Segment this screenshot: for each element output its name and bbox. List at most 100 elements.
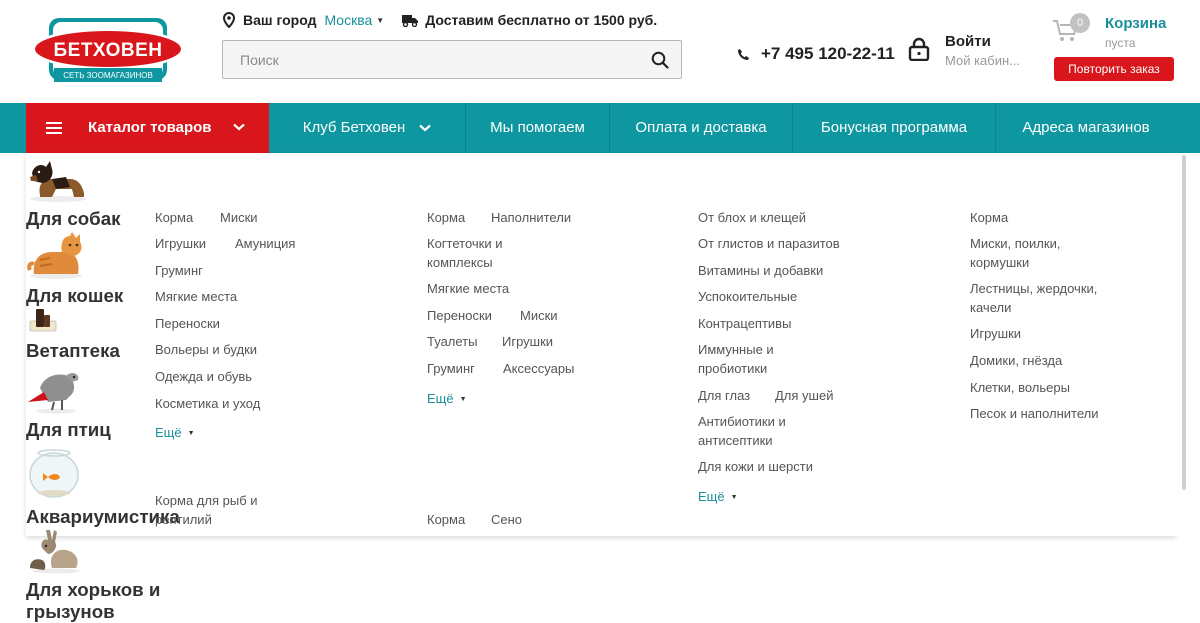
catalog-menu-button[interactable]: Каталог товаров: [26, 103, 269, 153]
chevron-down-icon: [233, 123, 245, 131]
link-dogs-beds[interactable]: Мягкие места: [155, 287, 237, 306]
link-cats-complexes[interactable]: комплексы: [427, 253, 493, 272]
more-vet-label[interactable]: Ещё: [698, 489, 725, 504]
link-rodents-hay[interactable]: Сено: [491, 510, 522, 529]
link-cats-bowls[interactable]: Миски: [520, 306, 558, 325]
cart-title[interactable]: Корзина: [1105, 15, 1166, 32]
nav-help[interactable]: Мы помогаем: [466, 103, 609, 153]
link-vet-contraceptives[interactable]: Контрацептивы: [698, 314, 791, 333]
link-cats-toys[interactable]: Игрушки: [502, 332, 553, 351]
more-dogs-label[interactable]: Ещё: [155, 425, 182, 440]
more-cats[interactable]: Ещё ▼: [427, 389, 467, 409]
scrollbar-thumb[interactable]: [1182, 155, 1186, 490]
phone-link[interactable]: +7 495 120-22-11: [737, 44, 895, 64]
main-nav: Каталог товаров Клуб Бетховен Мы помогае…: [0, 103, 1200, 153]
caret-down-icon[interactable]: ▼: [376, 16, 384, 25]
nav-bonus-label[interactable]: Бонусная программа: [821, 119, 967, 136]
dropdown-scrollbar[interactable]: [1176, 155, 1200, 536]
account-subtitle[interactable]: Мой кабин...: [945, 53, 1020, 68]
hamburger-icon: [46, 122, 62, 134]
city-delivery-row: Ваш город Москва ▼ Доставим бесплатно от…: [222, 11, 657, 29]
link-vet-probiotics[interactable]: пробиотики: [698, 359, 767, 378]
search-input[interactable]: [223, 41, 643, 78]
betkhoven-logo[interactable]: БЕТХОВЕН СЕТЬ ЗООМАГАЗИНОВ: [30, 16, 186, 86]
link-dogs-grooming[interactable]: Груминг: [155, 261, 203, 280]
link-vet-fleas[interactable]: От блох и клещей: [698, 208, 806, 227]
site-header: БЕТХОВЕН СЕТЬ ЗООМАГАЗИНОВ Ваш город Мос…: [0, 0, 1200, 103]
nav-payment[interactable]: Оплата и доставка: [610, 103, 792, 153]
link-dogs-ammunition[interactable]: Амуниция: [235, 234, 295, 253]
link-vet-skin[interactable]: Для кожи и шерсти: [698, 457, 813, 476]
search-icon[interactable]: [651, 51, 669, 69]
more-vet[interactable]: Ещё ▼: [698, 487, 738, 507]
link-aqua-food[interactable]: Корма для рыб и: [155, 491, 258, 510]
location-pin-icon: [222, 12, 236, 28]
nav-club-label[interactable]: Клуб Бетховен: [303, 119, 406, 136]
link-dogs-bowls[interactable]: Миски: [220, 208, 258, 227]
catalog-label[interactable]: Каталог товаров: [88, 119, 212, 136]
nav-payment-label[interactable]: Оплата и доставка: [635, 119, 766, 136]
link-vet-vitamins[interactable]: Витамины и добавки: [698, 261, 823, 280]
link-vet-worms[interactable]: От глистов и паразитов: [698, 234, 840, 253]
parrot-image[interactable]: [26, 362, 82, 414]
link-dogs-carriers[interactable]: Переноски: [155, 314, 220, 333]
nav-stores[interactable]: Адреса магазинов: [996, 103, 1176, 153]
nav-club[interactable]: Клуб Бетховен: [269, 103, 465, 153]
phone-icon: [738, 48, 749, 60]
link-cats-accessories[interactable]: Аксессуары: [503, 359, 574, 378]
caret-down-icon: ▼: [187, 430, 195, 437]
svg-text:БЕТХОВЕН: БЕТХОВЕН: [53, 40, 162, 61]
link-vet-ears[interactable]: Для ушей: [775, 386, 833, 405]
category-title-rodents-line2[interactable]: грызунов: [26, 601, 1176, 623]
more-cats-label[interactable]: Ещё: [427, 391, 454, 406]
link-vet-calming[interactable]: Успокоительные: [698, 287, 797, 306]
category-title-rodents[interactable]: Для хорьков и: [26, 579, 1176, 601]
link-vet-antibiotics[interactable]: Антибиотики и: [698, 412, 786, 431]
link-dogs-cosmetics[interactable]: Косметика и уход: [155, 394, 260, 413]
link-birds-cages[interactable]: Клетки, вольеры: [970, 378, 1070, 397]
city-selector[interactable]: Москва: [324, 12, 372, 28]
dog-image[interactable]: [26, 153, 90, 203]
link-birds-food[interactable]: Корма: [970, 208, 1008, 227]
link-cats-grooming[interactable]: Груминг: [427, 359, 475, 378]
link-cats-carriers[interactable]: Переноски: [427, 306, 492, 325]
link-dogs-toys[interactable]: Игрушки: [155, 234, 206, 253]
link-cats-litter[interactable]: Наполнители: [491, 208, 571, 227]
link-cats-scratchers[interactable]: Когтеточки и: [427, 234, 503, 253]
cat-image[interactable]: [26, 230, 88, 280]
city-label: Ваш город: [243, 12, 317, 28]
aquarium-image[interactable]: [26, 441, 82, 501]
link-vet-eyes[interactable]: Для глаз: [698, 386, 750, 405]
link-birds-nests[interactable]: Домики, гнёзда: [970, 351, 1062, 370]
more-dogs[interactable]: Ещё ▼: [155, 423, 195, 443]
search-box: [222, 40, 682, 79]
link-vet-immune[interactable]: Иммунные и: [698, 340, 774, 359]
catalog-dropdown-panel: Для собак Корма Миски Игрушки Амуниция Г…: [26, 153, 1176, 622]
link-birds-bowls[interactable]: Миски, поилки,: [970, 234, 1060, 253]
link-vet-antiseptics[interactable]: антисептики: [698, 431, 773, 450]
vet-product-image[interactable]: [26, 307, 60, 335]
link-birds-sand[interactable]: Песок и наполнители: [970, 404, 1099, 423]
phone-number[interactable]: +7 495 120-22-11: [761, 44, 895, 64]
nav-bonus[interactable]: Бонусная программа: [793, 103, 995, 153]
link-cats-food[interactable]: Корма: [427, 208, 465, 227]
link-dogs-kennels[interactable]: Вольеры и будки: [155, 340, 257, 359]
link-aqua-reptiles[interactable]: рептилий: [155, 510, 212, 529]
link-birds-toys[interactable]: Игрушки: [970, 324, 1021, 343]
link-dogs-food[interactable]: Корма: [155, 208, 193, 227]
repeat-order-button[interactable]: Повторить заказ: [1054, 57, 1174, 81]
chevron-down-icon: [419, 124, 432, 132]
rabbit-image[interactable]: [26, 528, 84, 574]
cart-count-badge: 0: [1070, 13, 1090, 33]
link-birds-swings[interactable]: качели: [970, 298, 1011, 317]
link-cats-toilets[interactable]: Туалеты: [427, 332, 477, 351]
login-title[interactable]: Войти: [945, 33, 991, 50]
link-dogs-clothing[interactable]: Одежда и обувь: [155, 367, 252, 386]
link-birds-ladders[interactable]: Лестницы, жердочки,: [970, 279, 1097, 298]
link-cats-beds[interactable]: Мягкие места: [427, 279, 509, 298]
nav-help-label[interactable]: Мы помогаем: [490, 119, 585, 136]
link-rodents-food[interactable]: Корма: [427, 510, 465, 529]
caret-down-icon: ▼: [459, 396, 467, 403]
link-birds-feeders[interactable]: кормушки: [970, 253, 1029, 272]
nav-stores-label[interactable]: Адреса магазинов: [1022, 119, 1149, 136]
